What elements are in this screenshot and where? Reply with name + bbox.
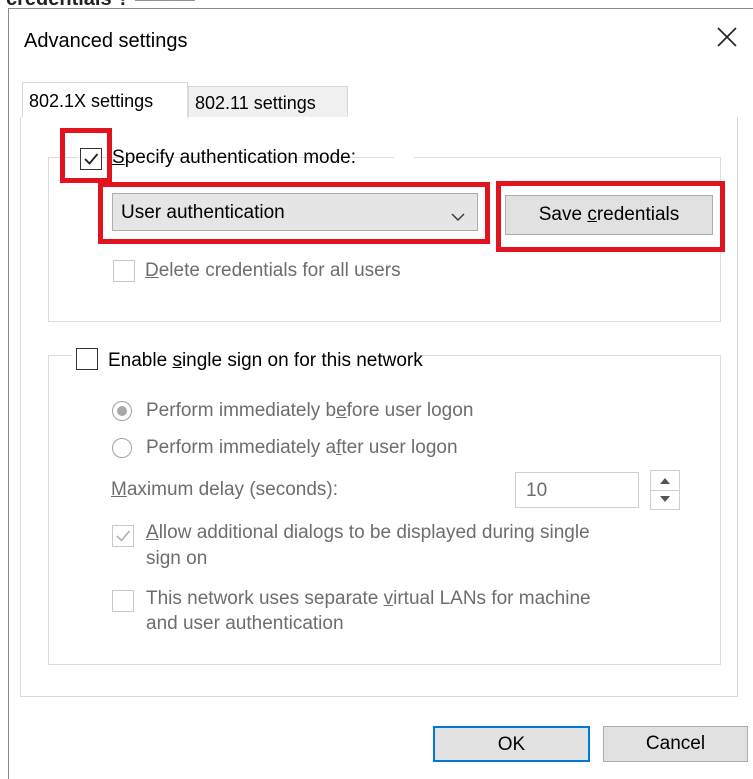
separate-vlans-label-line2: and user authentication	[146, 613, 344, 634]
separate-vlans-label-line1: This network uses separate virtual LANs …	[146, 588, 591, 609]
legend-gap	[394, 144, 414, 174]
maximum-delay-label: Maximum delay (seconds):	[111, 479, 339, 500]
allow-dialogs-checkbox[interactable]	[112, 525, 134, 547]
tab-8021x-settings[interactable]: 802.1X settings	[22, 82, 188, 118]
specify-auth-mode-label: Specify authentication mode:	[112, 147, 356, 168]
dialog-title: Advanced settings	[24, 30, 188, 52]
highlight-box-save-button	[496, 181, 725, 252]
maximum-delay-input[interactable]: 10	[515, 472, 639, 508]
maximum-delay-spinner	[650, 470, 680, 510]
tab-label: 802.1X settings	[29, 91, 154, 111]
spin-down-icon[interactable]	[651, 490, 679, 509]
tab-label: 802.11 settings	[195, 93, 316, 113]
tab-80211-settings[interactable]: 802.11 settings	[188, 86, 348, 118]
perform-after-radio[interactable]	[112, 438, 132, 458]
spin-up-icon[interactable]	[651, 471, 679, 491]
cancel-button[interactable]: Cancel	[603, 726, 748, 762]
sso-legend: Enable single sign on for this network	[72, 344, 423, 374]
highlight-box-checkbox	[60, 128, 112, 183]
perform-before-label: Perform immediately before user logon	[146, 400, 474, 421]
allow-dialogs-label-line1: Allow additional dialogs to be displayed…	[146, 522, 590, 543]
perform-after-label: Perform immediately after user logon	[146, 437, 458, 458]
ok-button[interactable]: OK	[433, 726, 590, 762]
delete-credentials-label: Delete credentials for all users	[145, 260, 401, 281]
highlight-box-select	[98, 182, 490, 244]
enable-sso-label: Enable single sign on for this network	[108, 350, 423, 371]
allow-dialogs-label-line2: sign on	[146, 548, 208, 569]
perform-before-radio[interactable]	[112, 401, 132, 421]
delete-credentials-checkbox[interactable]	[113, 260, 135, 282]
separate-vlans-checkbox[interactable]	[112, 590, 134, 612]
maximum-delay-value: 10	[526, 480, 548, 501]
enable-sso-checkbox[interactable]	[76, 348, 98, 370]
close-icon[interactable]	[712, 22, 742, 52]
